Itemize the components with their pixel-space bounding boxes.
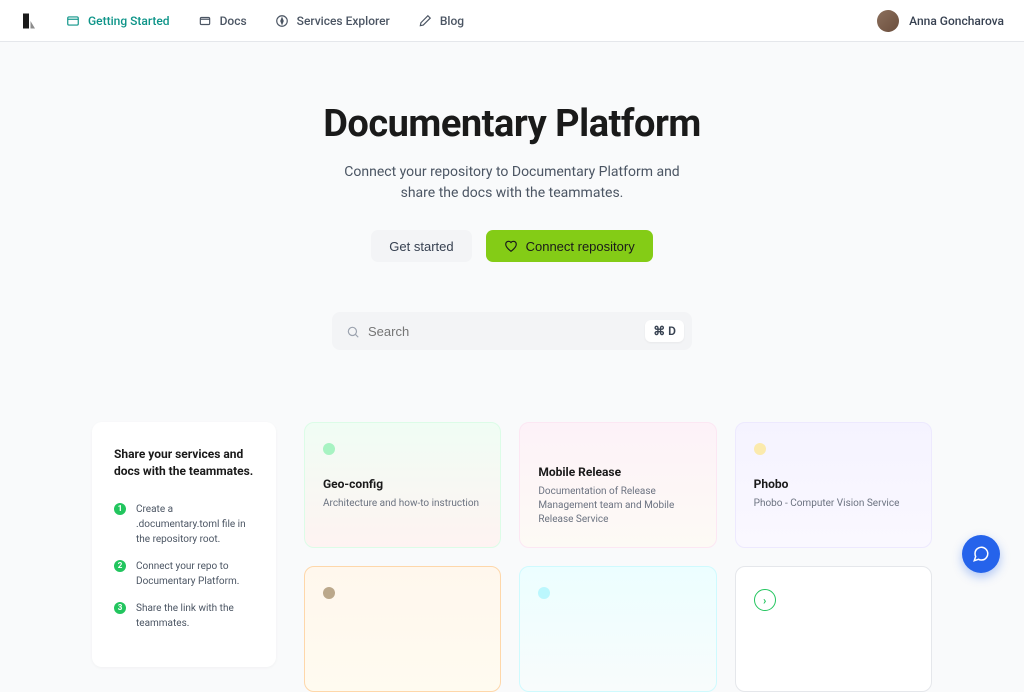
username: Anna Goncharova [909, 14, 1004, 28]
nav-label: Blog [440, 14, 464, 28]
nav-services-explorer[interactable]: Services Explorer [275, 14, 390, 28]
step-number-icon: 2 [114, 560, 126, 572]
status-dot [538, 587, 550, 599]
nav-label: Docs [220, 14, 247, 28]
step-text: Connect your repo to Documentary Platfor… [136, 559, 254, 589]
card-title: Phobo [754, 477, 913, 491]
step-number-icon: 1 [114, 503, 126, 515]
step-1: 1 Create a .documentary.toml file in the … [114, 502, 254, 547]
card-desc: Phobo - Computer Vision Service [754, 497, 913, 511]
step-2: 2 Connect your repo to Documentary Platfo… [114, 559, 254, 589]
status-dot [323, 587, 335, 599]
get-started-button[interactable]: Get started [371, 230, 471, 262]
search-shortcut: ⌘ D [645, 320, 684, 342]
content-row: Share your services and docs with the te… [92, 422, 932, 692]
page-title: Documentary Platform [323, 102, 701, 146]
nav-blog[interactable]: Blog [418, 14, 464, 28]
user-menu[interactable]: Anna Goncharova [877, 10, 1004, 32]
blog-icon [418, 14, 432, 28]
step-text: Share the link with the teammates. [136, 601, 254, 631]
explorer-icon [275, 14, 289, 28]
nav-label: Getting Started [88, 14, 170, 28]
topbar: Getting Started Docs Services Explorer B… [0, 0, 1024, 42]
status-dot [754, 443, 766, 455]
nav-label: Services Explorer [297, 14, 390, 28]
more-card[interactable]: › [735, 566, 932, 692]
service-card-geo-config[interactable]: Geo-config Architecture and how-to instr… [304, 422, 501, 548]
service-card-mobile-release[interactable]: Mobile Release Documentation of Release … [519, 422, 716, 548]
search-icon [346, 324, 360, 338]
step-3: 3 Share the link with the teammates. [114, 601, 254, 631]
step-number-icon: 3 [114, 602, 126, 614]
card-desc: Architecture and how-to instruction [323, 497, 482, 511]
page-subtitle: Connect your repository to Documentary P… [332, 162, 692, 204]
status-dot [323, 443, 335, 455]
nav-docs[interactable]: Docs [198, 14, 247, 28]
cards-grid: Geo-config Architecture and how-to instr… [304, 422, 932, 692]
button-label: Connect repository [526, 239, 635, 254]
topbar-left: Getting Started Docs Services Explorer B… [20, 12, 464, 30]
search-input[interactable] [368, 324, 645, 339]
main: Documentary Platform Connect your reposi… [0, 42, 1024, 692]
card-title: Geo-config [323, 477, 482, 491]
chevron-right-icon: › [754, 589, 776, 611]
chat-icon [972, 545, 990, 563]
getting-started-icon [66, 14, 80, 28]
service-card[interactable] [519, 566, 716, 692]
share-title: Share your services and docs with the te… [114, 446, 254, 480]
card-desc: Documentation of Release Management team… [538, 485, 697, 527]
service-card[interactable] [304, 566, 501, 692]
docs-icon [198, 14, 212, 28]
service-card-phobo[interactable]: Phobo Phobo - Computer Vision Service [735, 422, 932, 548]
cta-row: Get started Connect repository [371, 230, 652, 262]
avatar [877, 10, 899, 32]
logo-icon [20, 12, 38, 30]
heart-icon [504, 239, 518, 253]
nav-getting-started[interactable]: Getting Started [66, 14, 170, 28]
card-title: Mobile Release [538, 465, 697, 479]
connect-repository-button[interactable]: Connect repository [486, 230, 653, 262]
chat-fab[interactable] [962, 535, 1000, 573]
share-card: Share your services and docs with the te… [92, 422, 276, 667]
search-bar[interactable]: ⌘ D [332, 312, 692, 350]
step-text: Create a .documentary.toml file in the r… [136, 502, 254, 547]
